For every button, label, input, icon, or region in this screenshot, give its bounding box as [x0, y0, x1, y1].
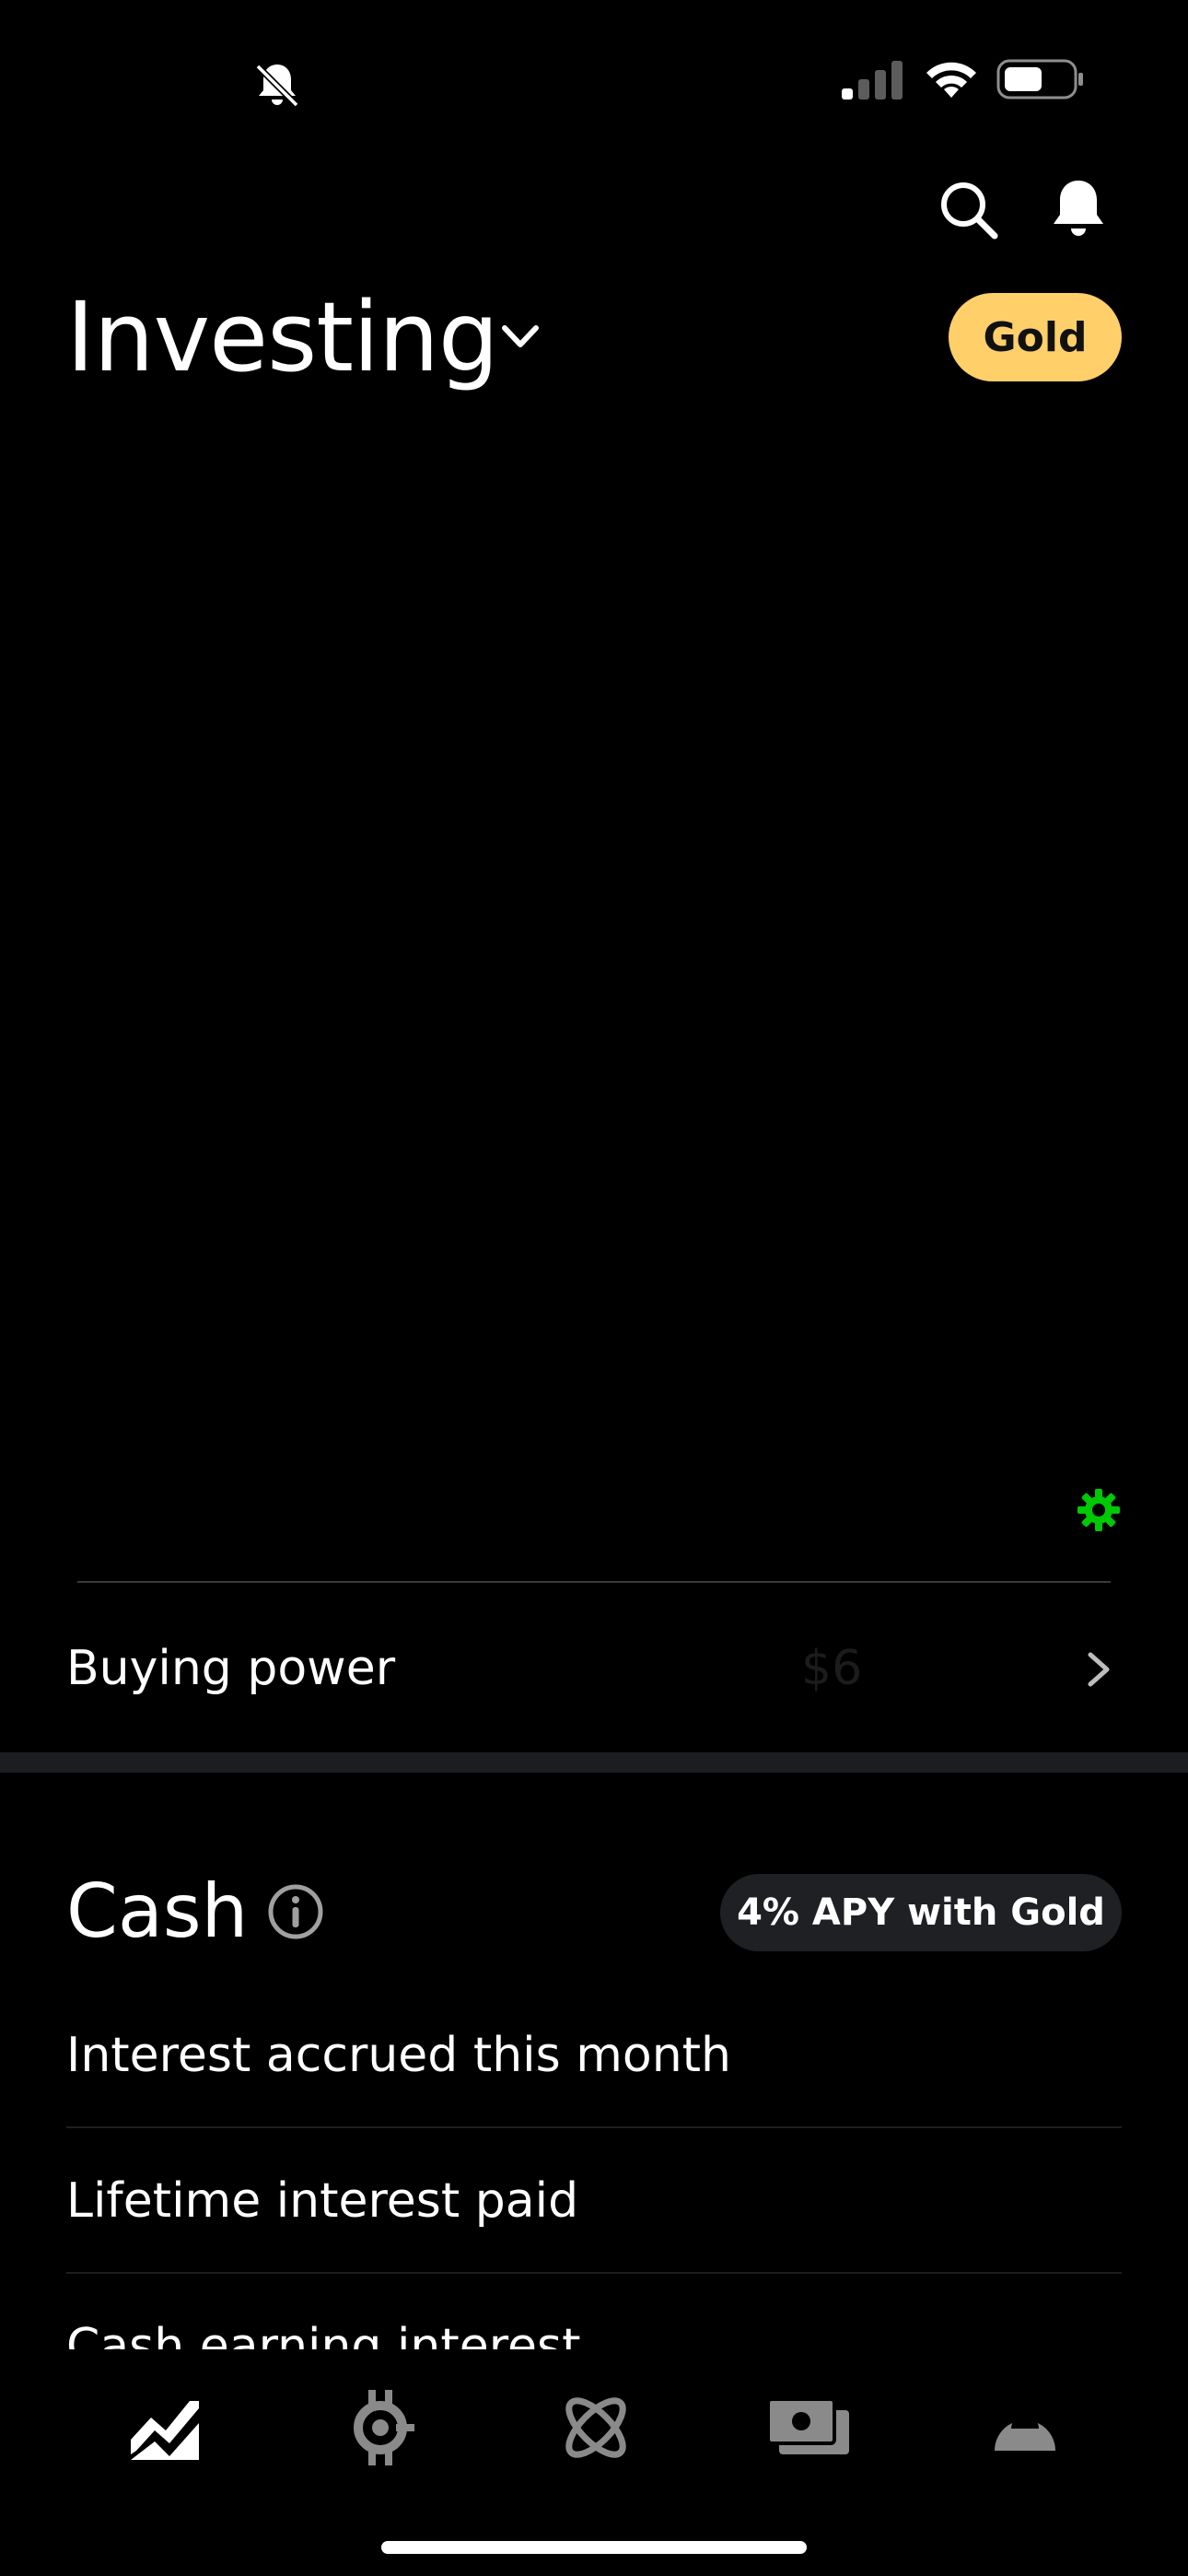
chart-baseline [77, 1581, 1111, 1583]
investing-tab-icon[interactable] [123, 2386, 206, 2469]
bell-slash-icon [255, 64, 299, 108]
page-title[interactable]: Investing [66, 273, 499, 402]
lifetime-interest-label: Lifetime interest paid [66, 2173, 579, 2229]
account-tab-icon[interactable] [984, 2386, 1066, 2469]
search-icon[interactable] [936, 177, 1000, 241]
gear-icon[interactable] [1076, 1487, 1122, 1533]
battery-icon [996, 59, 1083, 100]
discover-tab-icon[interactable] [554, 2386, 637, 2469]
row-divider [66, 2272, 1122, 2274]
row-divider [66, 2126, 1122, 2128]
gold-membership-button[interactable]: Gold [949, 293, 1122, 381]
bell-icon[interactable] [1050, 177, 1107, 241]
home-indicator[interactable] [381, 2541, 807, 2554]
wifi-icon [926, 62, 976, 98]
cellular-signal-icon [842, 61, 903, 100]
portfolio-chart-area [0, 405, 1188, 1465]
buying-power-label: Buying power [66, 1641, 396, 1696]
cash-section-title: Cash [66, 1868, 249, 1954]
chevron-down-icon[interactable] [499, 319, 542, 356]
apy-with-gold-button[interactable]: 4% APY with Gold [720, 1874, 1122, 1951]
crypto-tab-icon[interactable] [339, 2386, 422, 2469]
info-icon[interactable] [267, 1883, 324, 1940]
interest-accrued-label: Interest accrued this month [66, 2028, 732, 2083]
chevron-right-icon[interactable] [1085, 1649, 1112, 1690]
section-divider [0, 1752, 1188, 1773]
buying-power-value: $6 [801, 1641, 863, 1696]
cash-tab-icon[interactable] [766, 2386, 849, 2469]
